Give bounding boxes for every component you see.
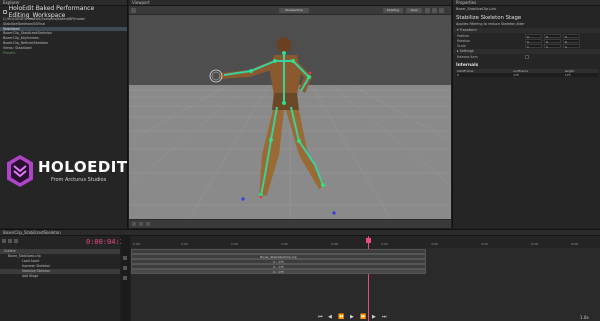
cut-icon[interactable] (2, 239, 6, 243)
clip-range: 0 - 175 (273, 270, 284, 274)
ruler-label: 6:00 (571, 242, 578, 246)
scale-z-field[interactable]: 1 (563, 43, 580, 49)
viewport-bottombar (129, 219, 451, 228)
scale-x-field[interactable]: 1 (525, 43, 542, 49)
timeline-canvas[interactable]: 0:00 0:40 1:20 2:00 2:40 3:20 4:00 4:40 … (131, 236, 600, 321)
speed-label[interactable]: 1.0x (580, 315, 589, 320)
timeline-track-list: 0:00:04:22 Outline Boxer_Stabilized.clip… (0, 236, 128, 321)
ruler-label: 3:20 (381, 242, 388, 246)
internals-end-value: 175 (512, 73, 564, 77)
camera-label: Perspective (285, 8, 303, 12)
logo-subtext: From Arcturus Studios (51, 177, 107, 183)
step-forward-icon[interactable]: ▶ (372, 314, 376, 320)
delete-icon[interactable] (14, 239, 18, 243)
clip-bar[interactable]: 0 - 175 (131, 269, 426, 274)
ruler-label: 0:40 (181, 242, 188, 246)
transform-label: Transform (459, 28, 477, 32)
track-add-stage[interactable]: Add Stage (0, 274, 120, 279)
overlay-toggle-icon[interactable] (432, 8, 437, 13)
play-track-icon[interactable] (123, 256, 127, 260)
frame-icon[interactable] (139, 222, 143, 226)
scale-row: Scale 1 1 1 (453, 43, 600, 49)
settings-label: Settings (459, 49, 474, 53)
ruler-label: 5:20 (531, 242, 538, 246)
magnet-icon[interactable] (123, 276, 127, 280)
camera-dropdown[interactable]: Perspective (279, 8, 309, 13)
viewport-panel: Viewport Perspective Shading View (129, 0, 451, 228)
holoedit-logo-icon (7, 155, 33, 187)
rotation-row: Rotation 0 0 0 (453, 38, 600, 44)
stage-description: Applies filtering to reduce Skeleton jit… (456, 22, 525, 26)
ruler-label: 2:00 (281, 242, 288, 246)
rotation-label: Rotation (457, 38, 471, 43)
internals-table: startFrame endFrame length 0 175 175 (456, 69, 598, 77)
shading-label: Shading (386, 8, 400, 12)
explorer-panel: Explorer HoloEdit Baked Performance Edit… (0, 0, 128, 228)
scale-label: Scale (457, 43, 466, 48)
clip-row: 0 - 175 (131, 269, 600, 274)
scale-y-field[interactable]: 1 (544, 43, 561, 49)
logo-text: HOLOEDIT (38, 158, 128, 176)
step-back-icon[interactable]: ◀ (328, 314, 332, 320)
timeline-side-tools (121, 236, 130, 321)
position-y-field[interactable]: 0 (544, 33, 561, 39)
release-item-label: Release Item (457, 54, 478, 59)
next-frame-icon[interactable]: ⏩ (360, 314, 366, 320)
timeline-tools (2, 239, 18, 243)
release-checkbox[interactable] (525, 54, 529, 59)
position-label: Position (457, 33, 470, 38)
rotation-z-field[interactable]: 0 (563, 38, 580, 44)
workspace-icon (3, 9, 7, 14)
grid-toggle-icon[interactable] (425, 8, 430, 13)
skip-start-icon[interactable]: ⏮ (318, 314, 323, 320)
settings-icon[interactable] (439, 8, 444, 13)
internals-header: Internals (456, 63, 479, 68)
workspace-title-row[interactable]: HoloEdit Baked Performance Editing_Works… (0, 5, 127, 19)
view-dropdown[interactable]: View (406, 8, 422, 13)
position-x-field[interactable]: 0 (525, 33, 542, 39)
ruler-label: 4:00 (431, 242, 438, 246)
tree-item-presets[interactable]: Presets (0, 51, 127, 56)
viewport-toolbar: Perspective Shading View (129, 6, 451, 15)
explorer-tree: C:/HOLOEDIT/HoloEdit/Samples/Baked/BP/mo… (0, 17, 127, 55)
ruler-label: 2:40 (331, 242, 338, 246)
play-button-icon[interactable]: ▶ (350, 314, 354, 320)
play-icon[interactable] (132, 222, 136, 226)
view-label: View (410, 8, 418, 12)
stage-title: Stabilize Skeleton Stage (456, 15, 522, 21)
internals-start-value: 0 (456, 73, 513, 77)
ruler-label: 1:20 (231, 242, 238, 246)
internals-length-value: 175 (563, 73, 598, 77)
playhead-handle[interactable] (366, 238, 371, 243)
position-row: Position 0 0 0 (453, 33, 600, 39)
timeline-panel: BoxerClip_StabilizedSkeleton 0:00:04:22 … (0, 229, 600, 321)
skip-end-icon[interactable]: ⏭ (382, 314, 387, 320)
ruler-label: 4:40 (481, 242, 488, 246)
holoedit-logo: HOLOEDIT From Arcturus Studios (3, 152, 127, 190)
rotation-x-field[interactable]: 0 (525, 38, 542, 44)
viewport-canvas[interactable] (129, 15, 451, 219)
menu-icon[interactable] (131, 8, 136, 13)
camera-icon[interactable] (146, 222, 150, 226)
link-icon[interactable] (8, 239, 12, 243)
position-z-field[interactable]: 0 (563, 33, 580, 39)
properties-panel: Properties Boxer_StabilizeClip.Link Stab… (452, 0, 600, 228)
pencil-icon[interactable] (123, 266, 127, 270)
ruler-label: 0:00 (133, 242, 140, 246)
prev-frame-icon[interactable]: ⏪ (338, 314, 344, 320)
rotation-y-field[interactable]: 0 (544, 38, 561, 44)
shading-dropdown[interactable]: Shading (383, 8, 403, 13)
